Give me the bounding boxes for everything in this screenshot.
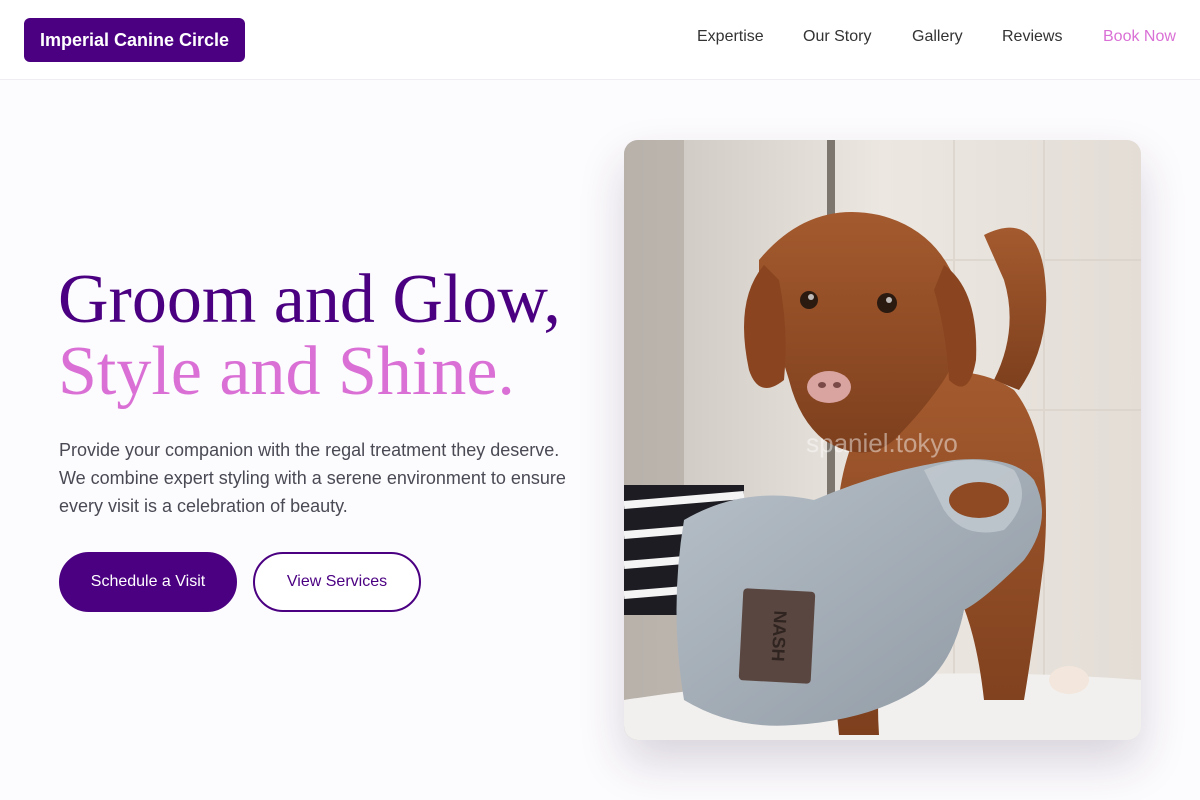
- hero-title-line-1: Groom and Glow,: [58, 261, 561, 338]
- towel-label-text: NASH: [768, 610, 791, 662]
- dog-grooming-illustration: NASH spaniel.tokyo: [624, 140, 1141, 740]
- site-header: Imperial Canine Circle Expertise Our Sto…: [0, 0, 1200, 80]
- nav-link-gallery[interactable]: Gallery: [912, 26, 963, 48]
- view-services-button[interactable]: View Services: [253, 552, 421, 612]
- nav-link-expertise[interactable]: Expertise: [697, 26, 764, 48]
- image-watermark: spaniel.tokyo: [806, 428, 958, 458]
- nav-link-book-now[interactable]: Book Now: [1103, 26, 1176, 48]
- hero-title-line-2: Style and Shine.: [58, 333, 515, 410]
- schedule-visit-button[interactable]: Schedule a Visit: [59, 552, 237, 612]
- nav-link-reviews[interactable]: Reviews: [1002, 26, 1062, 48]
- hero-title: Groom and Glow, Style and Shine.: [58, 264, 618, 408]
- hero-dog-photo: NASH spaniel.tokyo: [624, 140, 1141, 740]
- site-logo[interactable]: Imperial Canine Circle: [24, 18, 246, 62]
- nav-link-our-story[interactable]: Our Story: [803, 26, 871, 48]
- hero-description: Provide your companion with the regal tr…: [59, 440, 566, 516]
